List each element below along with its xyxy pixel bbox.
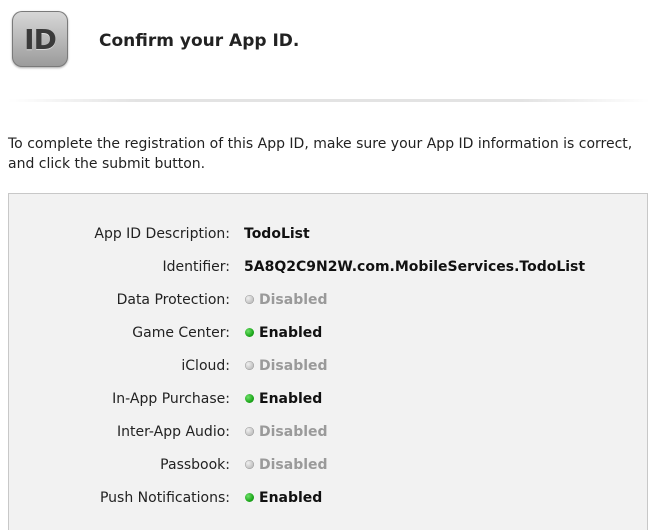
service-label: Passbook:: [160, 457, 230, 473]
service-label: Data Protection:: [116, 292, 230, 308]
service-row-data-protection: Data Protection: Disabled: [9, 288, 649, 312]
service-label: Inter-App Audio:: [116, 424, 230, 440]
service-status-text: Enabled: [259, 325, 323, 341]
service-row-inter-app-audio: Inter-App Audio: Disabled: [9, 420, 649, 444]
status-dot-icon: [245, 427, 254, 436]
detail-row-identifier: Identifier: 5A8Q2C9N2W.com.MobileService…: [9, 255, 649, 279]
description-label: App ID Description:: [94, 226, 230, 242]
header-divider: [8, 99, 650, 102]
status-dot-icon: [245, 295, 254, 304]
confirm-app-id-page: ID Confirm your App ID. To complete the …: [0, 0, 650, 530]
service-status: Disabled: [245, 288, 328, 312]
description-value: TodoList: [244, 226, 310, 242]
service-status: Enabled: [245, 321, 322, 345]
service-status-text: Enabled: [259, 490, 323, 506]
status-dot-icon: [245, 361, 254, 370]
identifier-label: Identifier:: [162, 259, 230, 275]
service-row-in-app-purchase: In-App Purchase: Enabled: [9, 387, 649, 411]
service-status: Enabled: [245, 387, 322, 411]
app-id-icon: ID: [12, 11, 68, 67]
status-dot-icon: [245, 460, 254, 469]
service-status: Disabled: [245, 354, 328, 378]
status-dot-icon: [245, 328, 254, 337]
service-status: Disabled: [245, 420, 328, 444]
service-status-text: Disabled: [259, 292, 328, 308]
service-status: Enabled: [245, 486, 322, 510]
app-id-details-panel: App ID Description: TodoList Identifier:…: [8, 193, 648, 530]
service-label: In-App Purchase:: [112, 391, 230, 407]
service-row-passbook: Passbook: Disabled: [9, 453, 649, 477]
page-title: Confirm your App ID.: [99, 31, 300, 51]
status-dot-icon: [245, 394, 254, 403]
detail-row-description: App ID Description: TodoList: [9, 222, 649, 246]
service-label: Push Notifications:: [99, 490, 230, 506]
service-label: iCloud:: [181, 358, 230, 374]
service-status-text: Enabled: [259, 391, 323, 407]
service-row-push-notifications: Push Notifications: Enabled: [9, 486, 649, 510]
status-dot-icon: [245, 493, 254, 502]
service-status-text: Disabled: [259, 358, 328, 374]
intro-text: To complete the registration of this App…: [8, 136, 633, 172]
identifier-value: 5A8Q2C9N2W.com.MobileServices.TodoList: [244, 259, 586, 275]
service-row-game-center: Game Center: Enabled: [9, 321, 649, 345]
service-status: Disabled: [245, 453, 328, 477]
service-row-icloud: iCloud: Disabled: [9, 354, 649, 378]
page-header: ID Confirm your App ID.: [0, 0, 650, 104]
service-status-text: Disabled: [259, 457, 328, 473]
app-id-icon-text: ID: [24, 22, 57, 56]
service-status-text: Disabled: [259, 424, 328, 440]
service-label: Game Center:: [132, 325, 230, 341]
